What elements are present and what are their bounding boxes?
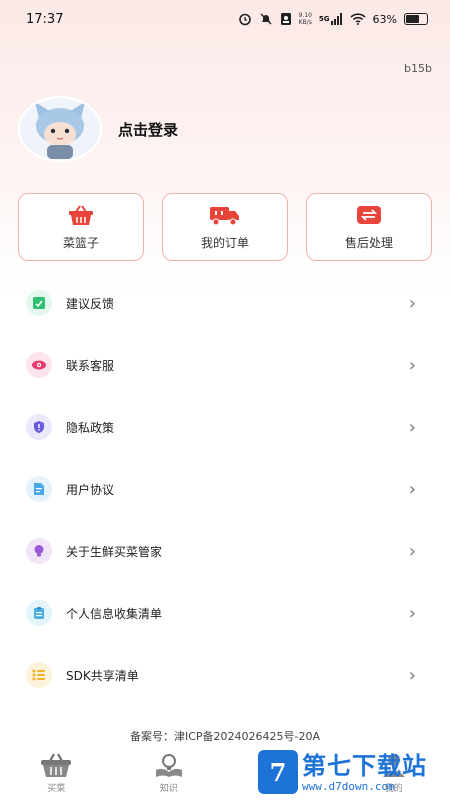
status-time: 17:37: [26, 11, 64, 27]
lightbulb-icon: [26, 538, 52, 564]
menu-item-user-agreement[interactable]: 用户协议 ›: [0, 458, 450, 520]
battery-icon: [404, 13, 428, 25]
battery-percent: 63%: [372, 12, 397, 26]
eye-icon: [26, 352, 52, 378]
watermark-logo-icon: 7: [258, 750, 298, 794]
menu-item-customer-service[interactable]: 联系客服 ›: [0, 334, 450, 396]
menu-item-label: 隐私政策: [66, 420, 115, 435]
status-bar: 17:37 9.10 KB/s 5G 63%: [0, 0, 450, 38]
list-icon: [26, 662, 52, 688]
chevron-right-icon: ›: [408, 478, 416, 500]
chevron-right-icon: ›: [408, 354, 416, 376]
avatar[interactable]: [18, 96, 102, 162]
menu-item-label: 建议反馈: [66, 296, 115, 311]
chevron-right-icon: ›: [408, 292, 416, 314]
menu-item-label: 用户协议: [66, 482, 115, 497]
chevron-right-icon: ›: [408, 602, 416, 624]
menu-item-privacy-policy[interactable]: 隐私政策 ›: [0, 396, 450, 458]
mute-bell-icon: [259, 12, 273, 26]
chevron-right-icon: ›: [408, 416, 416, 438]
feedback-icon: [26, 290, 52, 316]
cellular-signal-icon: 5G: [319, 13, 343, 25]
quick-action-label: 我的订单: [200, 235, 249, 250]
menu-item-personal-info-list[interactable]: 个人信息收集清单 ›: [0, 582, 450, 644]
watermark: 7 第七下载站 www.d7down.com: [258, 750, 427, 794]
cat-avatar-icon: [35, 102, 85, 159]
nav-label: 买菜: [47, 784, 66, 794]
settings-menu: 建议反馈 › 联系客服 › 隐私政策 › 用户协议 › 关于生鲜买菜管家 › 个…: [0, 272, 450, 706]
version-label: b15b: [404, 62, 432, 75]
nav-tab-buy-vegetables[interactable]: 买菜: [21, 752, 91, 794]
battery-level: [406, 15, 419, 23]
clipboard-icon: [26, 600, 52, 626]
menu-item-feedback[interactable]: 建议反馈 ›: [0, 272, 450, 334]
nav-tab-knowledge[interactable]: 知识: [134, 752, 204, 794]
watermark-url: www.d7down.com: [302, 779, 395, 793]
network-type: 5G: [318, 15, 330, 23]
quick-action-orders[interactable]: 我的订单: [162, 193, 288, 261]
document-icon: [26, 476, 52, 502]
quick-action-basket[interactable]: 菜篮子: [18, 193, 144, 261]
login-link[interactable]: 点击登录: [118, 119, 178, 140]
menu-item-label: 关于生鲜买菜管家: [66, 544, 163, 559]
shield-icon: [26, 414, 52, 440]
exchange-icon: [357, 205, 381, 224]
quick-action-after-sales[interactable]: 售后处理: [306, 193, 432, 261]
menu-item-sdk-sharing-list[interactable]: SDK共享清单 ›: [0, 644, 450, 706]
menu-item-about[interactable]: 关于生鲜买菜管家 ›: [0, 520, 450, 582]
chevron-right-icon: ›: [408, 540, 416, 562]
icp-record[interactable]: 备案号：津ICP备2024026425号-20A: [0, 728, 450, 744]
alarm-icon: [238, 12, 252, 26]
quick-action-label: 菜篮子: [62, 235, 99, 250]
quick-action-label: 售后处理: [344, 235, 393, 250]
status-icons: 9.10 KB/s 5G 63%: [238, 12, 428, 26]
menu-item-label: 联系客服: [66, 358, 115, 373]
delivery-truck-icon: [210, 206, 239, 225]
chevron-right-icon: ›: [408, 664, 416, 686]
basket-icon: [69, 204, 93, 225]
profile-section[interactable]: 点击登录: [18, 96, 178, 162]
menu-item-label: SDK共享清单: [66, 668, 139, 683]
watermark-title: 第七下载站: [302, 751, 427, 780]
menu-item-label: 个人信息收集清单: [66, 606, 163, 621]
contact-card-icon: [280, 12, 292, 26]
watermark-text: 第七下载站 www.d7down.com: [302, 752, 427, 793]
network-speed: 9.10 KB/s: [298, 12, 312, 26]
lightbulb-book-icon: [155, 754, 182, 777]
wifi-icon: [349, 13, 366, 25]
quick-actions: 菜篮子 我的订单 售后处理: [18, 193, 432, 261]
nav-label: 知识: [159, 784, 178, 794]
basket-nav-icon: [41, 753, 72, 777]
